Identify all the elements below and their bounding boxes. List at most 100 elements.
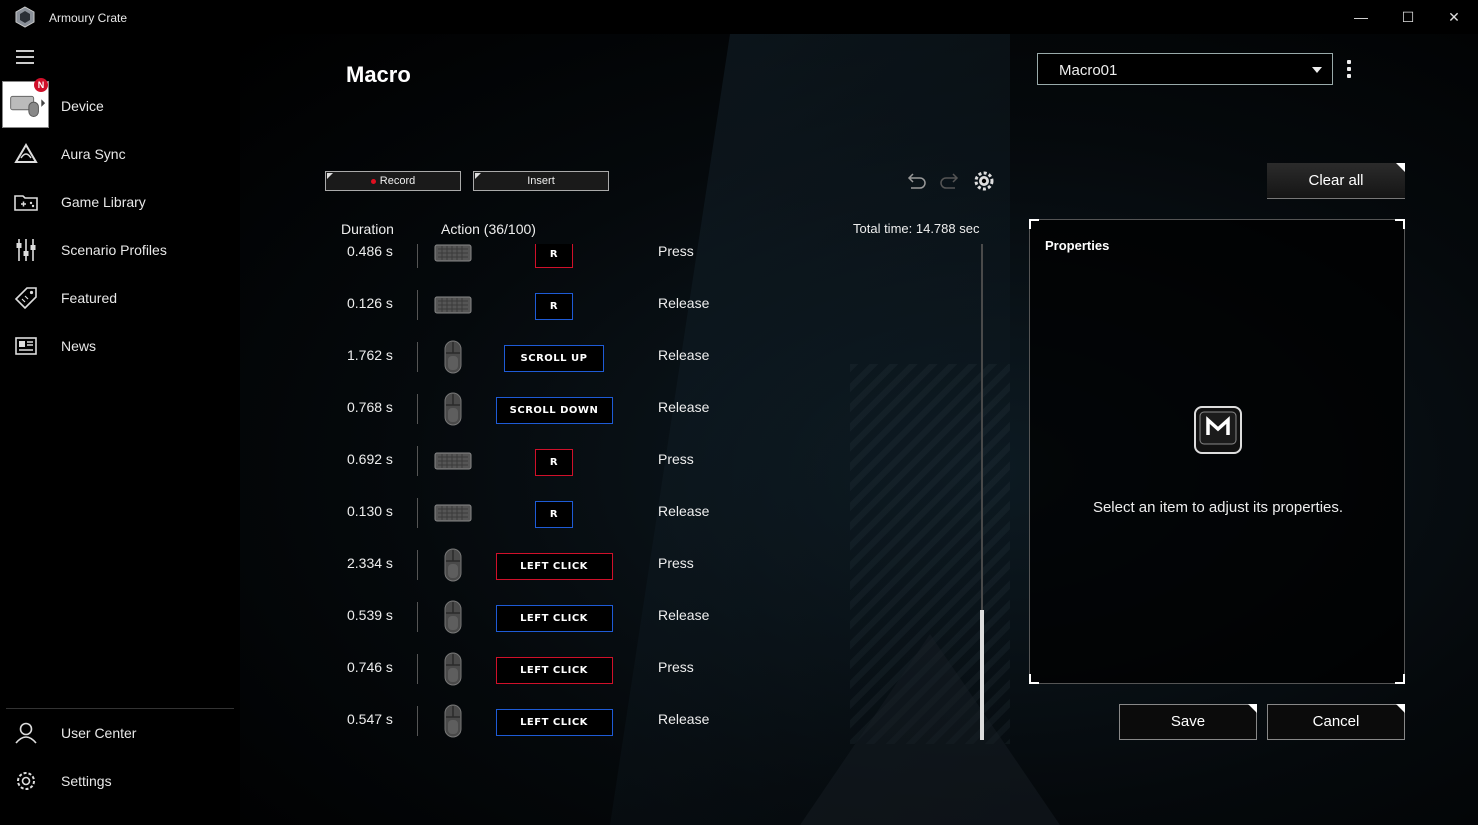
row-separator: [417, 244, 418, 268]
row-action: Press: [658, 555, 694, 571]
sidebar-item-user-center[interactable]: User Center: [0, 709, 240, 757]
row-action: Release: [658, 399, 710, 415]
row-action: Release: [658, 503, 710, 519]
macro-profile-value: Macro01: [1059, 62, 1118, 79]
record-label: Record: [379, 175, 416, 187]
save-button[interactable]: Save: [1119, 704, 1257, 740]
sidebar-item-news[interactable]: News: [0, 322, 240, 370]
row-duration: 0.547 s: [347, 711, 393, 727]
sidebar-item-device[interactable]: N Device: [0, 78, 240, 130]
scenario-profiles-icon: [16, 239, 36, 261]
scrollbar-thumb[interactable]: [980, 610, 984, 740]
sidebar-item-label: User Center: [61, 725, 137, 741]
sidebar-item-label: Aura Sync: [61, 146, 126, 162]
keyboard-icon: [434, 444, 472, 478]
armoury-crate-logo-icon: [15, 6, 35, 28]
panel-corner: [1029, 219, 1039, 229]
row-separator: [417, 706, 418, 736]
key-tag: R: [535, 501, 573, 528]
minimize-button[interactable]: —: [1349, 6, 1373, 28]
sidebar-item-featured[interactable]: Featured: [0, 274, 240, 322]
sidebar-item-game-library[interactable]: Game Library: [0, 178, 240, 226]
macro-action-list[interactable]: 0.486 s R Press 0.126 s R Release 1.762 s SCROL…: [330, 244, 990, 764]
properties-hint: Select an item to adjust its properties.: [1092, 499, 1344, 516]
key-tag: R: [535, 293, 573, 320]
panel-corner: [1395, 674, 1405, 684]
macro-row[interactable]: 0.130 s R Release: [330, 488, 990, 540]
row-action: Release: [658, 295, 710, 311]
mouse-icon: [434, 652, 472, 686]
key-tag: R: [535, 449, 573, 476]
panel-corner: [1395, 219, 1405, 229]
mouse-icon: [434, 340, 472, 374]
key-tag: R: [535, 244, 573, 268]
macro-row[interactable]: 0.692 s R Press: [330, 436, 990, 488]
row-duration: 0.539 s: [347, 607, 393, 623]
undo-icon[interactable]: [904, 170, 928, 192]
key-tag: SCROLL DOWN: [495, 397, 613, 424]
row-separator: [417, 394, 418, 424]
maximize-button[interactable]: ☐: [1396, 6, 1420, 28]
user-center-icon: [15, 722, 37, 744]
row-separator: [417, 602, 418, 632]
macro-row[interactable]: 0.126 s R Release: [330, 280, 990, 332]
clear-all-button[interactable]: Clear all: [1267, 163, 1405, 199]
row-separator: [417, 498, 418, 528]
sidebar-item-label: Settings: [61, 773, 112, 789]
total-time: Total time: 14.788 sec: [853, 221, 980, 236]
mouse-icon: [434, 392, 472, 426]
record-button[interactable]: Record: [325, 171, 461, 191]
key-tag: SCROLL UP: [504, 345, 604, 372]
row-duration: 1.762 s: [347, 347, 393, 363]
macro-row[interactable]: 0.547 s LEFT CLICK Release: [330, 696, 990, 748]
macro-row[interactable]: 1.762 s SCROLL UP Release: [330, 332, 990, 384]
insert-button[interactable]: Insert: [473, 171, 609, 191]
action-column-header: Action (36/100): [441, 221, 536, 237]
gear-icon[interactable]: [972, 170, 996, 192]
row-action: Press: [658, 451, 694, 467]
row-action: Press: [658, 659, 694, 675]
row-separator: [417, 446, 418, 476]
row-action: Release: [658, 347, 710, 363]
macro-row[interactable]: 0.746 s LEFT CLICK Press: [330, 644, 990, 696]
sidebar-item-settings[interactable]: Settings: [0, 757, 240, 805]
row-duration: 0.768 s: [347, 399, 393, 415]
macro-row[interactable]: 0.539 s LEFT CLICK Release: [330, 592, 990, 644]
row-separator: [417, 654, 418, 684]
chevron-down-icon: [1312, 67, 1322, 73]
sidebar-item-aura-sync[interactable]: Aura Sync: [0, 130, 240, 178]
macro-row[interactable]: 0.486 s R Press: [330, 244, 990, 280]
sidebar-item-label: Featured: [61, 290, 118, 306]
row-duration: 2.334 s: [347, 555, 393, 571]
game-library-icon: [14, 195, 38, 211]
row-duration: 0.126 s: [347, 295, 393, 311]
hamburger-menu-icon[interactable]: [16, 50, 34, 64]
key-tag: LEFT CLICK: [495, 605, 613, 632]
more-options-icon[interactable]: [1347, 60, 1353, 80]
key-tag: LEFT CLICK: [495, 553, 613, 580]
cancel-button[interactable]: Cancel: [1267, 704, 1405, 740]
news-icon: [15, 337, 37, 355]
row-action: Press: [658, 244, 694, 259]
page-title: Macro: [346, 62, 411, 87]
record-dot-icon: [370, 178, 376, 184]
mouse-icon: [434, 548, 472, 582]
key-tag: LEFT CLICK: [495, 657, 613, 684]
row-duration: 0.486 s: [347, 244, 393, 259]
aura-sync-icon: [14, 143, 38, 163]
mouse-icon: [434, 600, 472, 634]
keyboard-icon: [434, 496, 472, 530]
row-separator: [417, 550, 418, 580]
sidebar-item-scenario-profiles[interactable]: Scenario Profiles: [0, 226, 240, 274]
title-bar: Armoury Crate — ☐ ✕: [0, 0, 1478, 34]
macro-row[interactable]: 2.334 s LEFT CLICK Press: [330, 540, 990, 592]
row-duration: 0.692 s: [347, 451, 393, 467]
new-badge: N: [34, 78, 48, 92]
insert-label: Insert: [527, 175, 555, 187]
macro-row[interactable]: 0.768 s SCROLL DOWN Release: [330, 384, 990, 436]
macro-profile-select[interactable]: Macro01: [1037, 53, 1333, 85]
close-button[interactable]: ✕: [1442, 6, 1466, 28]
sidebar-item-label: Game Library: [61, 194, 146, 210]
redo-icon[interactable]: [938, 170, 962, 192]
macro-m-icon: [1194, 406, 1242, 454]
